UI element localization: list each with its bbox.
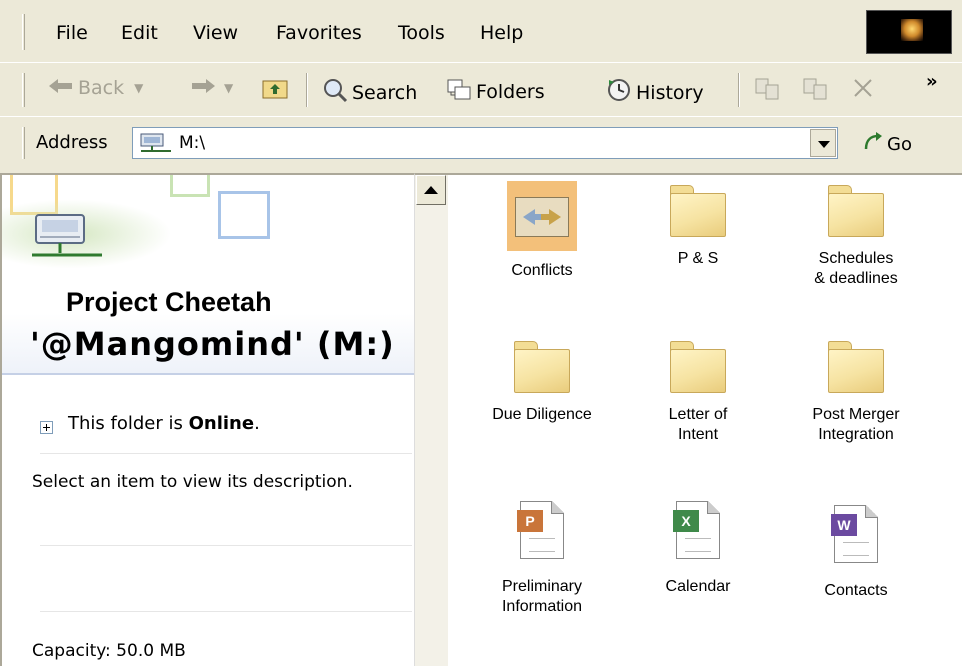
- item-label: Due Diligence: [492, 406, 592, 423]
- item-label: Conflicts: [511, 262, 573, 279]
- network-drive-large-icon: [30, 211, 106, 267]
- history-label: History: [636, 81, 704, 104]
- address-value: M:\: [179, 133, 206, 153]
- up-folder-button[interactable]: [262, 77, 292, 104]
- back-label: Back: [78, 77, 125, 99]
- task-pane-banner: Project Cheetah '@Mangomind' (M:): [2, 175, 414, 375]
- decorative-square: [170, 175, 210, 197]
- menu-edit[interactable]: Edit: [121, 22, 158, 44]
- menu-tools[interactable]: Tools: [398, 22, 445, 44]
- item-label: P & S: [677, 250, 719, 267]
- conflicts-folder-icon: [507, 181, 577, 251]
- menu-favorites[interactable]: Favorites: [276, 22, 362, 44]
- back-button[interactable]: Back ▼: [48, 77, 143, 99]
- network-drive-icon: [139, 132, 173, 159]
- item-p-and-s[interactable]: P & S: [628, 185, 768, 269]
- item-label: Preliminary Information: [501, 578, 583, 615]
- history-icon: [606, 77, 632, 108]
- expand-plus-icon[interactable]: [40, 421, 53, 434]
- item-preliminary-information[interactable]: P Preliminary Information: [472, 501, 612, 617]
- move-to-icon: [754, 77, 782, 106]
- pane-divider: [40, 545, 412, 546]
- forward-dropdown-icon[interactable]: ▼: [224, 81, 233, 95]
- explorer-chrome: File Edit View Favorites Tools Help Back…: [0, 0, 962, 173]
- folder-icon: [828, 341, 884, 393]
- online-status-prefix: This folder is: [68, 413, 189, 434]
- back-dropdown-icon[interactable]: ▼: [134, 81, 143, 95]
- item-label: Letter of Intent: [668, 406, 728, 443]
- word-document-icon: W: [831, 505, 878, 563]
- folders-label: Folders: [476, 80, 545, 103]
- item-label: Calendar: [665, 578, 731, 595]
- menu-help[interactable]: Help: [480, 22, 523, 44]
- item-label: Contacts: [824, 582, 888, 599]
- online-status-suffix: .: [254, 413, 260, 434]
- item-letter-of-intent[interactable]: Letter of Intent: [628, 341, 768, 445]
- go-label: Go: [887, 134, 912, 155]
- item-schedules-deadlines[interactable]: Schedules & deadlines: [786, 185, 926, 289]
- address-dropdown-button[interactable]: [810, 129, 836, 157]
- delete-x-icon: [852, 77, 874, 104]
- toolbar-separator: [738, 73, 740, 107]
- menu-bar-grip[interactable]: [22, 14, 25, 50]
- decorative-square: [218, 191, 270, 239]
- selection-description: Select an item to view its description.: [32, 472, 353, 492]
- online-status-value: Online: [188, 413, 255, 434]
- copy-to-icon: [802, 77, 830, 106]
- search-label: Search: [352, 81, 418, 104]
- drive-title: Project Cheetah: [66, 287, 272, 317]
- search-button[interactable]: Search: [322, 77, 417, 108]
- standard-toolbar: Back ▼ ▼ Search Folders History »: [0, 62, 962, 116]
- address-label: Address: [36, 132, 108, 153]
- toolbar-overflow-chevron[interactable]: »: [926, 71, 938, 92]
- history-button[interactable]: History: [606, 77, 704, 108]
- folder-icon: [514, 341, 570, 393]
- go-button[interactable]: Go: [862, 131, 912, 158]
- menu-view[interactable]: View: [193, 22, 238, 44]
- task-pane: Project Cheetah '@Mangomind' (M:) This f…: [0, 173, 414, 666]
- menu-bar: File Edit View Favorites Tools Help: [0, 0, 962, 62]
- folders-icon: [446, 77, 472, 106]
- pane-divider: [40, 611, 412, 612]
- item-due-diligence[interactable]: Due Diligence: [472, 341, 612, 425]
- powerpoint-document-icon: P: [517, 501, 564, 559]
- file-view: Conflicts P & S Schedules & deadlines Du…: [448, 173, 962, 666]
- menu-file[interactable]: File: [56, 22, 88, 44]
- folders-button[interactable]: Folders: [446, 77, 545, 106]
- task-pane-scrollbar[interactable]: [414, 173, 448, 666]
- forward-arrow-icon: [190, 77, 216, 99]
- back-arrow-icon: [48, 77, 74, 99]
- item-post-merger-integration[interactable]: Post Merger Integration: [786, 341, 926, 445]
- move-to-button[interactable]: [754, 77, 782, 106]
- drive-subtitle: '@Mangomind' (M:): [30, 325, 395, 363]
- folder-icon: [670, 185, 726, 237]
- pane-divider: [40, 453, 412, 454]
- go-arrow-icon: [862, 131, 884, 158]
- up-folder-icon: [262, 77, 288, 104]
- folder-icon: [670, 341, 726, 393]
- address-bar-grip[interactable]: [22, 127, 25, 159]
- address-bar: Address M:\ Go: [0, 116, 962, 168]
- copy-to-button[interactable]: [802, 77, 830, 106]
- address-input[interactable]: M:\: [132, 127, 838, 159]
- item-contacts[interactable]: W Contacts: [786, 505, 926, 601]
- item-label: Schedules & deadlines: [814, 250, 898, 287]
- online-status-text: This folder is Online.: [68, 413, 260, 434]
- delete-button[interactable]: [852, 77, 874, 104]
- excel-document-icon: X: [673, 501, 720, 559]
- scroll-up-button[interactable]: [416, 175, 446, 205]
- item-conflicts[interactable]: Conflicts: [472, 181, 612, 281]
- forward-button[interactable]: ▼: [190, 77, 233, 99]
- toolbar-separator: [306, 73, 308, 107]
- search-icon: [322, 77, 348, 108]
- folder-icon: [828, 185, 884, 237]
- item-calendar[interactable]: X Calendar: [628, 501, 768, 597]
- item-label: Post Merger Integration: [812, 406, 900, 443]
- toolbar-grip[interactable]: [22, 73, 25, 107]
- windows-logo-throbber: [866, 10, 952, 54]
- capacity-text: Capacity: 50.0 MB: [32, 641, 186, 661]
